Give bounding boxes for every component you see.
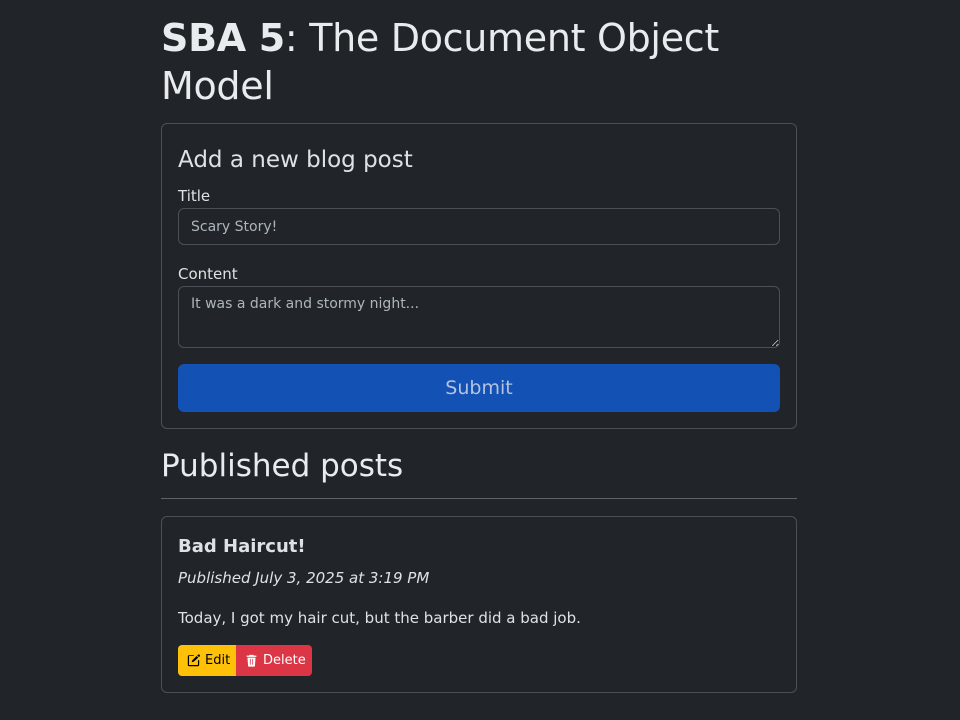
title-input[interactable] [178, 208, 780, 245]
form-heading: Add a new blog post [178, 147, 413, 173]
post-title: Bad Haircut! [178, 536, 306, 557]
delete-label: Delete [263, 653, 306, 668]
submit-button[interactable]: Submit [178, 364, 780, 412]
page-title: SBA 5: The Document Object Model [161, 14, 797, 110]
section-divider [161, 498, 797, 499]
pencil-square-icon [187, 654, 200, 667]
post-card: Bad Haircut! Published July 3, 2025 at 3… [161, 516, 797, 693]
published-posts-heading: Published posts [161, 448, 404, 484]
post-published-date: Published July 3, 2025 at 3:19 PM [178, 569, 430, 587]
edit-label: Edit [205, 653, 231, 668]
delete-button[interactable]: Delete [236, 645, 312, 676]
page-title-bold: SBA 5 [161, 16, 285, 60]
content-label: Content [178, 265, 238, 283]
edit-button[interactable]: Edit [178, 645, 236, 676]
post-actions: Edit Delete [178, 645, 312, 676]
trash-icon [245, 654, 258, 667]
new-post-form: Add a new blog post Title Content It was… [161, 123, 797, 429]
content-textarea[interactable]: It was a dark and stormy night... [178, 286, 780, 348]
main-container: SBA 5: The Document Object Model Add a n… [161, 0, 797, 693]
title-label: Title [178, 187, 211, 205]
post-body: Today, I got my hair cut, but the barber… [178, 609, 581, 627]
